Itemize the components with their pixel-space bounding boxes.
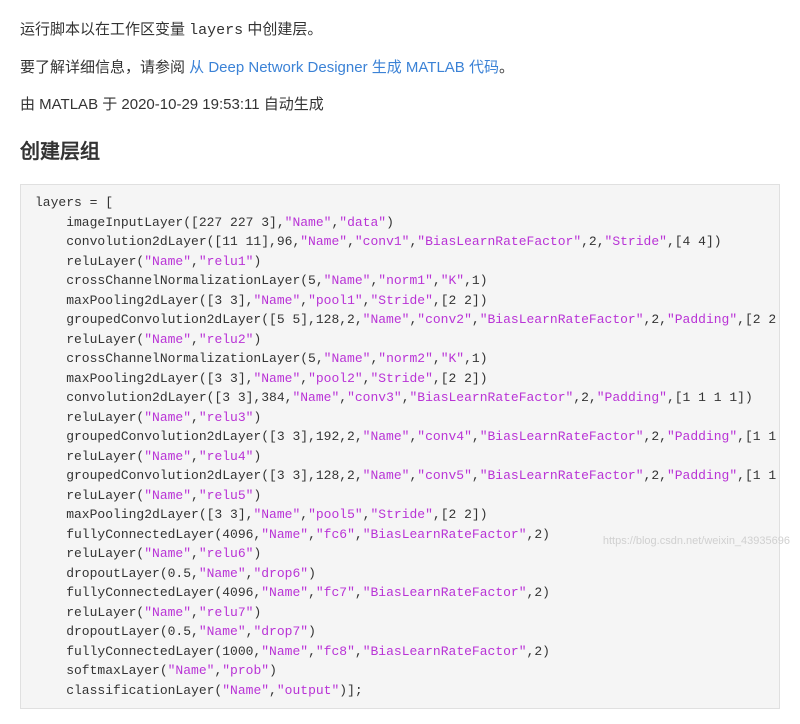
text: 中创建层。 (243, 21, 322, 38)
doc-link[interactable]: 从 Deep Network Designer 生成 MATLAB 代码 (189, 59, 499, 76)
paragraph-3: 由 MATLAB 于 2020-10-29 19:53:11 自动生成 (20, 91, 780, 118)
text: 要了解详细信息，请参阅 (20, 59, 189, 76)
text: 运行脚本以在工作区变量 (20, 21, 189, 38)
paragraph-2: 要了解详细信息，请参阅 从 Deep Network Designer 生成 M… (20, 54, 780, 81)
paragraph-1: 运行脚本以在工作区变量 layers 中创建层。 (20, 16, 780, 44)
text: 。 (499, 59, 514, 76)
code-block: layers = [ imageInputLayer([227 227 3],"… (20, 184, 780, 709)
inline-code: layers (189, 22, 243, 39)
section-heading: 创建层组 (20, 134, 780, 170)
